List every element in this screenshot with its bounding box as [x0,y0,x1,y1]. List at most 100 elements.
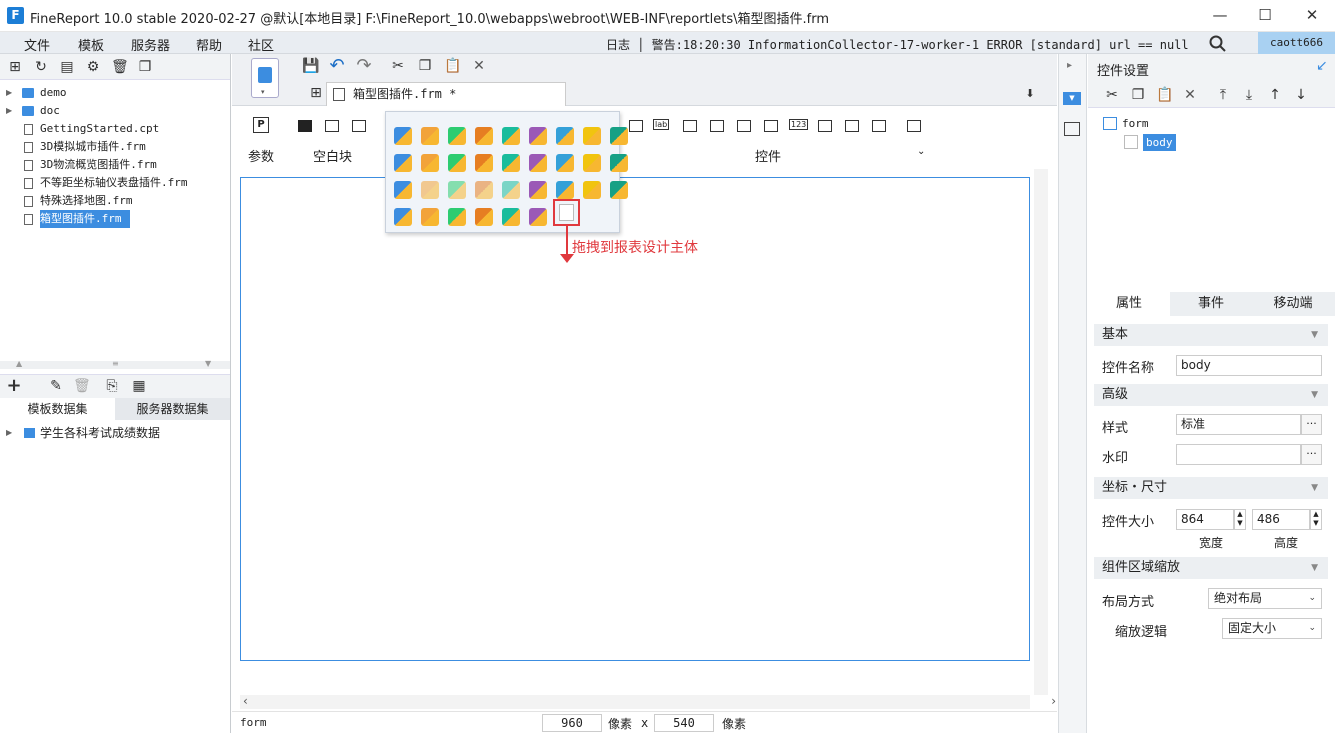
tab-server-dataset[interactable]: 服务器数据集 [115,398,230,420]
chart-type-icon[interactable] [502,127,520,145]
clear-icon[interactable]: ✕ [471,58,487,74]
width-stepper[interactable]: ▲ ▼ [1234,509,1246,530]
widget-width-input[interactable]: 864 [1176,509,1234,530]
horizontal-scrollbar[interactable]: ‹ › [240,694,1056,709]
watermark-more-button[interactable]: ··· [1301,444,1322,465]
search-widget-icon[interactable] [907,120,921,132]
layout-mode-select[interactable]: 绝对布局 ⌄ [1208,588,1322,609]
chevron-down-icon[interactable]: ⌄ [917,146,925,157]
copy-icon[interactable]: ❐ [137,59,153,75]
chart-type-icon[interactable] [556,154,574,172]
refresh-icon[interactable]: ↻ [33,59,49,75]
cut-icon[interactable]: ✂ [390,58,406,74]
tree-file[interactable]: 箱型图插件.frm [0,210,230,228]
tree-folder[interactable]: ▶ doc [0,102,230,120]
copy-icon[interactable]: ❐ [1130,87,1146,103]
pin-icon[interactable]: ↙ [1316,58,1328,74]
edit-icon[interactable]: ✎ [48,378,64,394]
chart-type-icon[interactable] [448,127,466,145]
preview-icon[interactable]: ⎘ [104,378,120,394]
widget-settings-toggle-icon[interactable]: ▼ [1063,92,1081,105]
new-folder-icon[interactable]: ⊞ [7,59,23,75]
dataset-settings-icon[interactable]: ▦ [131,378,147,394]
tab-properties[interactable]: 属性 [1088,292,1170,316]
label-widget-icon[interactable]: lab [653,119,670,130]
chart-type-icon[interactable] [502,154,520,172]
height-stepper[interactable]: ▲ ▼ [1310,509,1322,530]
delete-icon[interactable]: 🗑 [111,59,129,75]
block-icon[interactable] [298,120,312,132]
settings-icon[interactable]: ⚙ [85,59,101,75]
maximize-button[interactable]: ☐ [1242,0,1288,32]
chart-type-icon[interactable] [475,154,493,172]
style-more-button[interactable]: ··· [1301,414,1322,435]
chart-type-icon[interactable] [610,181,628,199]
delete-dataset-icon[interactable]: 🗑 [73,378,91,394]
redo-icon[interactable]: ↷ [356,57,372,75]
menu-help[interactable]: 帮助 [196,35,222,54]
tree-widget-icon[interactable] [737,120,751,132]
tab-box-plot-file[interactable]: 箱型图插件.frm * [326,82,566,106]
chart-type-icon[interactable] [475,208,493,226]
chart-type-icon[interactable] [529,127,547,145]
paste-icon[interactable]: 📋 [444,58,461,74]
split-block-icon[interactable] [325,120,339,132]
paste-icon[interactable]: 📋 [1156,87,1173,103]
close-button[interactable]: ✕ [1289,0,1335,32]
chart-type-icon[interactable] [448,154,466,172]
chart-type-icon[interactable] [529,154,547,172]
copy-icon[interactable]: ❐ [417,58,433,74]
canvas-height-input[interactable]: 540 [654,714,714,732]
template-icon[interactable]: ▾ [251,58,279,98]
dataset-item[interactable]: ▶ 学生各科考试成绩数据 [0,424,230,442]
section-region-zoom[interactable]: 组件区域缩放 ▼ [1094,557,1328,579]
search-icon[interactable] [1209,35,1226,52]
chart-type-icon[interactable] [394,181,412,199]
textbox-widget-icon[interactable] [629,120,643,132]
tree-file[interactable]: 不等距坐标轴仪表盘插件.frm [0,174,230,192]
chart-type-icon[interactable] [502,181,520,199]
radio-widget-icon[interactable] [872,120,886,132]
undo-icon[interactable]: ↶ [329,57,345,75]
chart-type-icon[interactable] [583,127,601,145]
tree-node-form[interactable]: form [1122,117,1149,130]
tree-file[interactable]: GettingStarted.cpt [0,120,230,138]
move-bottom-icon[interactable]: ⤓ [1241,87,1257,103]
chart-type-icon[interactable] [502,208,520,226]
tab-template-dataset[interactable]: 模板数据集 [0,398,115,420]
layout-icon[interactable] [1064,122,1080,136]
vertical-scrollbar[interactable] [1034,169,1048,695]
chart-type-icon[interactable] [394,154,412,172]
number-widget-icon[interactable]: 123 [789,119,809,130]
chart-type-icon[interactable] [529,208,547,226]
chevron-right-icon[interactable]: ▶ [6,84,12,102]
chevron-right-icon[interactable]: ▶ [6,102,12,120]
chart-type-icon[interactable] [475,127,493,145]
tab-mobile[interactable]: 移动端 [1252,292,1334,316]
add-dataset-icon[interactable]: + [6,377,22,395]
menu-file[interactable]: 文件 [24,35,50,54]
chart-type-icon[interactable] [475,181,493,199]
chart-type-icon[interactable] [421,181,439,199]
chart-type-icon[interactable] [556,127,574,145]
minimize-button[interactable]: — [1197,0,1243,32]
chart-type-icon[interactable] [610,127,628,145]
section-basic[interactable]: 基本 ▼ [1094,324,1328,346]
chart-type-icon[interactable] [448,181,466,199]
chart-type-icon[interactable] [448,208,466,226]
move-top-icon[interactable]: ⤒ [1215,87,1231,103]
section-advanced[interactable]: 高级 ▼ [1094,384,1328,406]
textarea-widget-icon[interactable] [818,120,832,132]
menu-template[interactable]: 模板 [78,35,104,54]
chart-type-icon[interactable] [583,154,601,172]
section-coords-size[interactable]: 坐标・尺寸 ▼ [1094,477,1328,499]
combo-widget-icon[interactable] [710,120,724,132]
menu-server[interactable]: 服务器 [131,35,170,54]
checkbox-widget-icon[interactable] [845,120,859,132]
style-input[interactable]: 标准 [1176,414,1301,435]
tree-folder[interactable]: ▶ demo [0,84,230,102]
chart-type-icon[interactable] [421,154,439,172]
chart-type-icon[interactable] [394,208,412,226]
chevron-right-icon[interactable]: ▸ [1067,60,1072,71]
delete-icon[interactable]: ✕ [1182,87,1198,103]
